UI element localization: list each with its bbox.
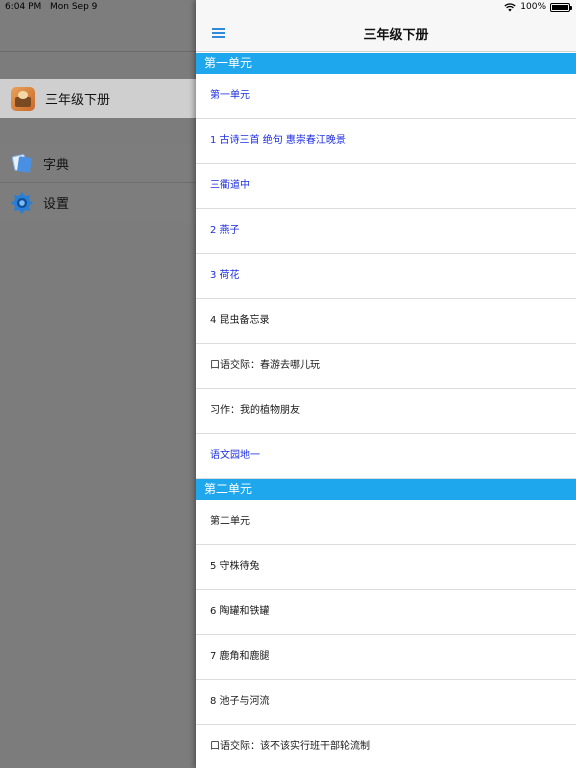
drawer-item-settings[interactable]: 设置: [0, 183, 196, 222]
lesson-row[interactable]: 7 鹿角和鹿腿: [196, 635, 576, 680]
lesson-row[interactable]: 6 陶罐和铁罐: [196, 590, 576, 635]
lesson-row[interactable]: 第一单元: [196, 74, 576, 119]
page-title: 三年级下册: [363, 28, 429, 43]
section-header: 第一单元: [196, 53, 576, 74]
lesson-row[interactable]: 4 昆虫备忘录: [196, 299, 576, 344]
lesson-list: 第一单元 第一单元 1 古诗三首 绝句 惠崇春江晚景 三衢道中 2 燕子 3 荷花 4 昆…: [196, 53, 576, 768]
lesson-row[interactable]: 5 守株待兔: [196, 545, 576, 590]
gear-icon: [11, 191, 33, 214]
drawer-item-book[interactable]: 三年级下册: [0, 79, 196, 118]
status-time: 6:04 PM: [5, 2, 42, 12]
drawer-item-label: 三年级下册: [45, 93, 111, 108]
main-panel: 三年级下册 第一单元 第一单元 1 古诗三首 绝句 惠崇春江晚景 三衢道中 2 燕子 3…: [196, 0, 576, 768]
lesson-row[interactable]: 口语交际：该不该实行班干部轮流制: [196, 725, 576, 768]
status-bar: 6:04 PM Mon Sep 9 100%: [0, 0, 576, 14]
side-drawer: 三年级下册 字典 设置: [0, 0, 196, 768]
wifi-icon: [504, 2, 516, 11]
lesson-row[interactable]: 2 燕子: [196, 209, 576, 254]
lesson-row[interactable]: 第二单元: [196, 500, 576, 545]
battery-icon: [550, 2, 572, 12]
battery-fill: [552, 4, 568, 10]
textbook-app-icon: [11, 86, 35, 111]
lesson-row[interactable]: 口语交际：春游去哪儿玩: [196, 344, 576, 389]
battery-percent: 100%: [520, 2, 546, 12]
lesson-row[interactable]: 3 荷花: [196, 254, 576, 299]
dictionary-icon: [11, 152, 33, 174]
lesson-row[interactable]: 8 池子与河流: [196, 680, 576, 725]
lesson-row[interactable]: 三衢道中: [196, 164, 576, 209]
lesson-row[interactable]: 语文园地一: [196, 434, 576, 479]
hamburger-menu-icon[interactable]: [212, 27, 228, 39]
lesson-row[interactable]: 习作：我的植物朋友: [196, 389, 576, 434]
drawer-item-label: 设置: [43, 197, 70, 212]
status-date: Mon Sep 9: [50, 2, 98, 12]
drawer-item-dictionary[interactable]: 字典: [0, 144, 196, 183]
drawer-item-label: 字典: [43, 157, 70, 173]
section-header: 第二单元: [196, 479, 576, 500]
lesson-row[interactable]: 1 古诗三首 绝句 惠崇春江晚景: [196, 119, 576, 164]
status-right: 100%: [504, 0, 572, 14]
